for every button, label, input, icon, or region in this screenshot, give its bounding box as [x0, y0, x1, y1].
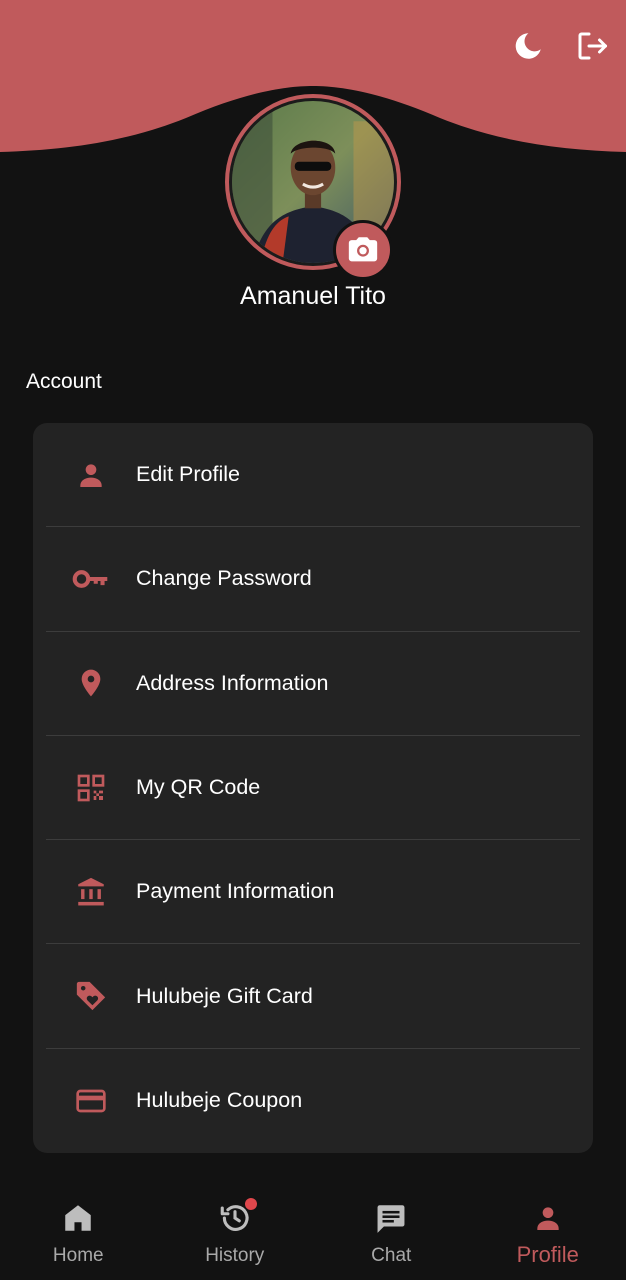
person-icon	[46, 423, 136, 526]
location-pin-icon	[46, 632, 136, 735]
nav-label: Chat	[371, 1245, 412, 1266]
menu-item-hulubeje-gift-card[interactable]: Hulubeje Gift Card	[46, 944, 580, 1049]
menu-item-edit-profile[interactable]: Edit Profile	[46, 423, 580, 528]
menu-item-address-information[interactable]: Address Information	[46, 632, 580, 736]
key-icon	[46, 527, 136, 630]
menu-item-hulubeje-coupon[interactable]: Hulubeje Coupon	[46, 1049, 580, 1153]
bottom-navigation: Home History Chat Profile	[0, 1180, 626, 1280]
logout-icon[interactable]	[572, 26, 612, 66]
menu-item-label: My QR Code	[136, 775, 261, 800]
credit-card-icon	[46, 1049, 136, 1153]
menu-item-label: Address Information	[136, 670, 329, 695]
history-icon	[217, 1198, 257, 1236]
nav-item-home[interactable]: Home	[0, 1180, 157, 1280]
camera-icon	[348, 237, 378, 262]
qr-code-icon	[46, 736, 136, 839]
nav-label: Home	[52, 1245, 104, 1266]
menu-item-label: Hulubeje Coupon	[136, 1088, 303, 1113]
menu-item-label: Edit Profile	[136, 462, 240, 487]
nav-item-history[interactable]: History	[157, 1180, 314, 1280]
change-photo-button[interactable]	[333, 220, 393, 280]
nav-label: History	[205, 1245, 265, 1266]
section-title-account: Account	[26, 370, 102, 393]
menu-item-label: Hulubeje Gift Card	[136, 983, 313, 1008]
dark-mode-moon-icon[interactable]	[508, 26, 548, 66]
profile-name: Amanuel Tito	[240, 282, 386, 310]
nav-item-chat[interactable]: Chat	[313, 1180, 470, 1280]
menu-item-label: Change Password	[136, 566, 312, 591]
person-icon	[530, 1200, 566, 1236]
menu-item-label: Payment Information	[136, 879, 335, 904]
nav-item-profile[interactable]: Profile	[470, 1180, 626, 1280]
nav-label: Profile	[516, 1242, 579, 1267]
menu-item-change-password[interactable]: Change Password	[46, 527, 580, 632]
home-icon	[60, 1200, 96, 1236]
profile-avatar[interactable]	[225, 94, 401, 280]
account-menu-card: Edit Profile Change Password Address Inf…	[33, 423, 593, 1153]
notification-badge	[244, 1198, 257, 1210]
menu-item-my-qr-code[interactable]: My QR Code	[46, 736, 580, 841]
menu-item-payment-information[interactable]: Payment Information	[46, 840, 580, 945]
bank-icon	[46, 840, 136, 943]
chat-icon	[373, 1200, 409, 1236]
gift-tag-icon	[46, 944, 136, 1047]
